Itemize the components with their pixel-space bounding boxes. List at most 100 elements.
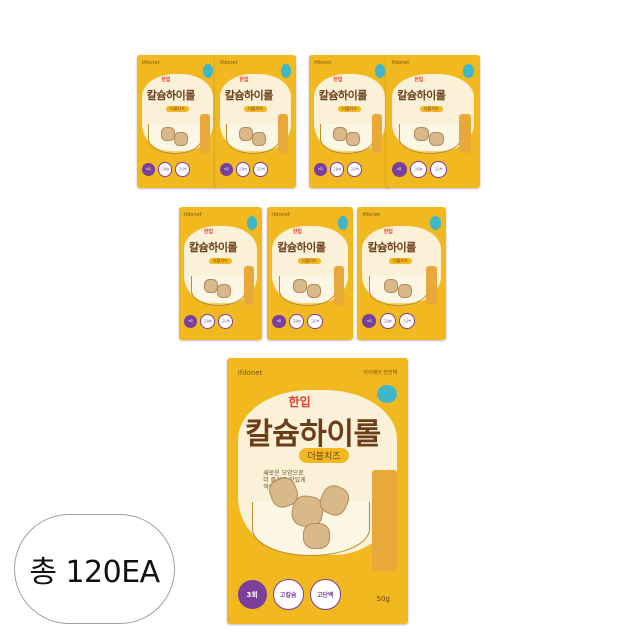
- badge-protein: 고단백: [218, 313, 234, 329]
- badge-servings: 3회: [362, 314, 377, 329]
- flavor-label: 더블치즈: [338, 105, 361, 112]
- brand-label: ifdonet: [313, 60, 332, 67]
- giraffe-icon: [278, 113, 288, 154]
- badge-protein: 고단백: [253, 161, 268, 177]
- badge-calcium: 고칼슘: [409, 160, 427, 178]
- cert-badge-icon: [377, 384, 398, 404]
- badge-row: 3회 고칼슘 고단백: [237, 576, 397, 613]
- badge-calcium: 고칼슘: [288, 313, 305, 330]
- flavor-label: 더블치즈: [244, 105, 267, 112]
- product-name: 칼슘하이롤: [146, 88, 196, 102]
- product-name: 칼슘하이롤: [397, 88, 446, 102]
- badge-servings: 3회: [237, 580, 267, 610]
- total-quantity-label: 총 120EA: [29, 555, 160, 590]
- product-pack: ifdonet 한입 칼슘하이롤 더블치즈 3회 고칼슘 고단백: [309, 55, 390, 188]
- badge-row: 3회 고칼슘 고단백: [272, 311, 348, 332]
- flavor-label: 더블치즈: [208, 257, 232, 264]
- roll-icon: [252, 132, 266, 147]
- badge-protein: 고단백: [398, 313, 415, 330]
- product-pack: ifdonet 한입 칼슘하이롤 더블치즈 3회 고칼슘 고단백: [267, 207, 353, 340]
- badge-protein: 고단백: [309, 579, 341, 611]
- product-name: 칼슘하이롤: [318, 88, 368, 102]
- product-prefix: 한입: [288, 394, 311, 409]
- roll-icon: [306, 284, 321, 299]
- badge-row: 3회 고칼슘 고단백: [183, 311, 257, 332]
- badge-calcium: 고칼슘: [272, 579, 304, 611]
- product-pack: ifdonet 한입 칼슘하이롤 더블치즈 3회 고칼슘 고단백: [179, 207, 262, 340]
- product-name: 칼슘하이롤: [188, 240, 238, 254]
- cert-badge-icon: [375, 64, 386, 78]
- cert-badge-icon: [337, 216, 348, 230]
- giraffe-icon: [426, 265, 438, 306]
- badge-calcium: 고칼슘: [200, 313, 216, 329]
- cert-badge-icon: [247, 216, 258, 230]
- roll-icon: [429, 132, 445, 147]
- product-prefix: 한입: [239, 77, 249, 84]
- roll-icon: [346, 132, 360, 147]
- brand-label: ifdonet: [391, 60, 410, 67]
- brand-label: ifdonet: [141, 60, 160, 67]
- roll-icon: [383, 278, 399, 293]
- roll-icon: [174, 132, 188, 147]
- badge-row: 3회 고칼슘 고단백: [362, 311, 440, 332]
- roll-icon: [161, 126, 175, 141]
- product-name: 칼슘하이롤: [224, 88, 274, 102]
- product-name: 칼슘하이롤: [245, 416, 381, 452]
- product-prefix: 한입: [161, 77, 171, 84]
- product-prefix: 한입: [383, 229, 393, 236]
- product-prefix: 한입: [203, 229, 214, 236]
- badge-calcium: 고칼슘: [379, 313, 396, 330]
- roll-icon: [397, 284, 413, 299]
- badge-row: 3회 고칼슘 고단백: [313, 159, 385, 180]
- roll-icon: [333, 126, 347, 141]
- flavor-label: 더블치즈: [419, 105, 443, 112]
- badge-calcium: 고칼슘: [235, 161, 251, 177]
- top-note: 아이배냇 안전해: [363, 369, 398, 376]
- badge-protein: 고단백: [307, 313, 324, 330]
- total-quantity-badge: 총 120EA: [14, 514, 175, 624]
- product-name: 칼슘하이롤: [367, 240, 417, 254]
- badge-servings: 3회: [219, 162, 233, 176]
- cert-badge-icon: [463, 64, 475, 78]
- flavor-label: 더블치즈: [389, 257, 412, 264]
- giraffe-icon: [334, 265, 345, 306]
- badge-calcium: 고칼슘: [157, 161, 173, 177]
- badge-servings: 3회: [391, 161, 407, 177]
- product-pack: ifdonet 한입 칼슘하이롤 더블치즈 3회 고칼슘 고단백: [357, 207, 446, 340]
- product-prefix: 한입: [333, 77, 343, 84]
- giraffe-icon: [459, 113, 471, 154]
- product-prefix: 한입: [414, 77, 424, 84]
- badge-row: 3회 고칼슘 고단백: [391, 159, 475, 180]
- product-pack-large: ifdonet 아이배냇 안전해 한입 칼슘하이롤 더블치즈 새로운 모양으로 …: [227, 358, 408, 624]
- giraffe-icon: [372, 113, 382, 154]
- cert-badge-icon: [430, 216, 441, 230]
- badge-servings: 3회: [183, 314, 198, 328]
- cert-badge-icon: [281, 64, 292, 78]
- flavor-label: 더블치즈: [297, 257, 321, 264]
- giraffe-icon: [200, 113, 210, 154]
- badge-servings: 3회: [272, 314, 286, 329]
- product-prefix: 한입: [292, 229, 302, 236]
- brand-label: ifdonet: [219, 60, 238, 67]
- product-name: 칼슘하이롤: [277, 240, 326, 254]
- brand-label: ifdonet: [272, 212, 290, 219]
- cert-badge-icon: [203, 64, 214, 78]
- roll-icon: [239, 126, 253, 141]
- brand-label: ifdonet: [237, 368, 263, 377]
- brand-label: ifdonet: [183, 212, 202, 219]
- giraffe-icon: [371, 469, 398, 571]
- roll-icon: [203, 278, 218, 293]
- roll-icon: [303, 522, 331, 549]
- roll-icon: [414, 126, 430, 141]
- badge-servings: 3회: [313, 162, 327, 176]
- product-pack: ifdonet 한입 칼슘하이롤 더블치즈 3회 고칼슘 고단백: [386, 55, 480, 188]
- badge-servings: 3회: [141, 162, 155, 176]
- brand-label: ifdonet: [362, 212, 380, 219]
- product-pack: ifdonet 한입 칼슘하이롤 더블치즈 3회 고칼슘 고단백: [215, 55, 296, 188]
- badge-calcium: 고칼슘: [329, 161, 345, 177]
- badge-row: 3회 고칼슘 고단백: [219, 159, 291, 180]
- badge-row: 3회 고칼슘 고단백: [141, 159, 213, 180]
- badge-protein: 고단백: [347, 161, 362, 177]
- roll-icon: [217, 284, 231, 299]
- giraffe-icon: [243, 265, 254, 306]
